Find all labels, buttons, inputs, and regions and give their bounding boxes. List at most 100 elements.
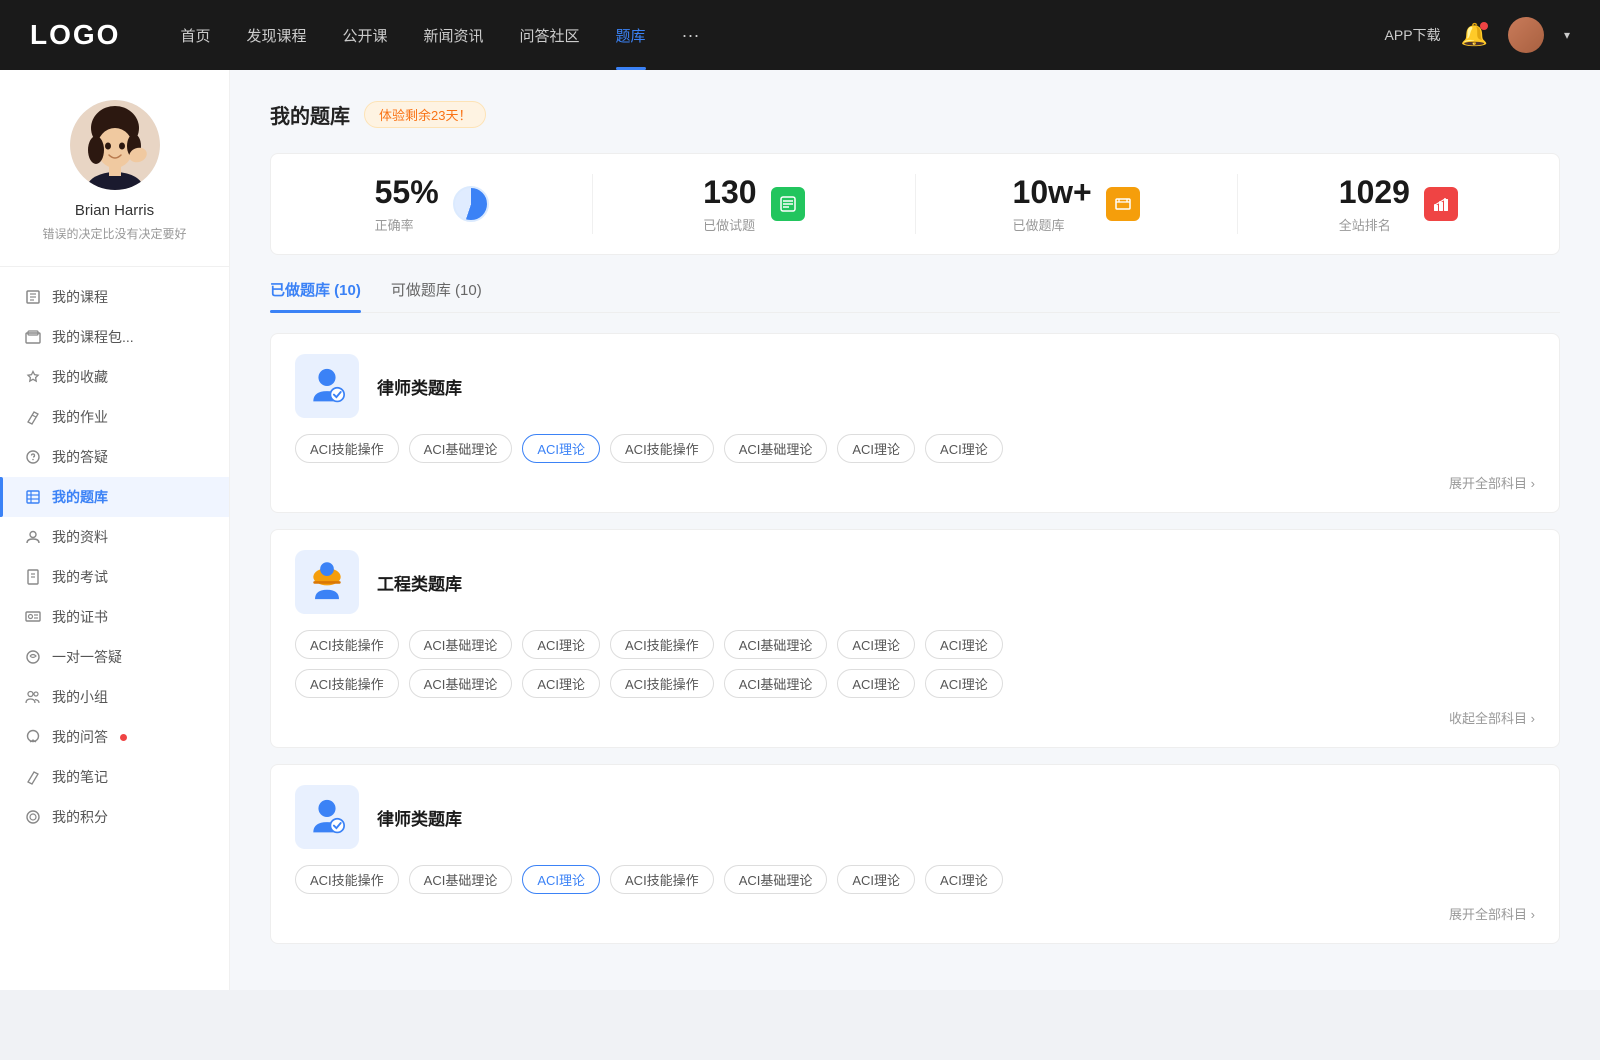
tag-2-6[interactable]: ACI理论: [925, 865, 1003, 894]
expand-link-1[interactable]: 收起全部科目 ›: [295, 708, 1535, 727]
profile-menu-label: 我的资料: [52, 527, 108, 547]
tag-2-4[interactable]: ACI基础理论: [724, 865, 828, 894]
expand-link-0[interactable]: 展开全部科目 ›: [295, 473, 1535, 492]
tag-0-0[interactable]: ACI技能操作: [295, 434, 399, 463]
notification-bell[interactable]: 🔔: [1461, 22, 1488, 48]
sidebar-item-points[interactable]: 我的积分: [0, 797, 229, 837]
sidebar-menu: 我的课程 我的课程包... 我的收藏 我的作业: [0, 267, 229, 847]
tag-1-e5[interactable]: ACI理论: [837, 669, 915, 698]
profile-avatar: [70, 100, 160, 190]
tag-1-e4[interactable]: ACI基础理论: [724, 669, 828, 698]
sidebar-item-questions[interactable]: 我的答疑: [0, 437, 229, 477]
stat-done-b-content: 10w+ 已做题库: [1013, 174, 1092, 234]
tag-1-e0[interactable]: ACI技能操作: [295, 669, 399, 698]
tag-1-3[interactable]: ACI技能操作: [610, 630, 714, 659]
done-banks-icon: [1106, 187, 1140, 221]
nav-qa[interactable]: 问答社区: [520, 25, 580, 46]
tag-1-2[interactable]: ACI理论: [522, 630, 600, 659]
group-label: 我的小组: [52, 687, 108, 707]
nav-qbank[interactable]: 题库: [616, 25, 646, 46]
nav-open[interactable]: 公开课: [342, 25, 387, 46]
page-header: 我的题库 体验剩余23天！: [270, 100, 1560, 129]
nav-courses[interactable]: 发现课程: [246, 25, 306, 46]
avatar-illustration: [70, 100, 160, 190]
stat-accuracy-number: 55%: [375, 174, 439, 211]
tag-2-5[interactable]: ACI理论: [837, 865, 915, 894]
qbank-card-1-tags-row1: ACI技能操作 ACI基础理论 ACI理论 ACI技能操作 ACI基础理论 AC…: [295, 630, 1535, 659]
sidebar-item-course-pkg[interactable]: 我的课程包...: [0, 317, 229, 357]
rank-icon: [1424, 187, 1458, 221]
stat-done-b-label: 已做题库: [1013, 215, 1092, 234]
tag-1-1[interactable]: ACI基础理论: [409, 630, 513, 659]
qbank-card-0-tags: ACI技能操作 ACI基础理论 ACI理论 ACI技能操作 ACI基础理论 AC…: [295, 434, 1535, 463]
main-layout: Brian Harris 错误的决定比没有决定要好 我的课程 我的课程包...: [0, 70, 1600, 990]
sidebar-item-myqa[interactable]: 我的问答: [0, 717, 229, 757]
tag-1-5[interactable]: ACI理论: [837, 630, 915, 659]
qbank-card-2-tags: ACI技能操作 ACI基础理论 ACI理论 ACI技能操作 ACI基础理论 AC…: [295, 865, 1535, 894]
profile-motto: 错误的决定比没有决定要好: [42, 225, 186, 242]
tag-1-0[interactable]: ACI技能操作: [295, 630, 399, 659]
exam-label: 我的考试: [52, 567, 108, 587]
sidebar-item-exam[interactable]: 我的考试: [0, 557, 229, 597]
nav-items: 首页 发现课程 公开课 新闻资讯 问答社区 题库 ···: [180, 25, 1384, 46]
qbank-card-1-header: 工程类题库: [295, 550, 1535, 614]
tag-1-e2[interactable]: ACI理论: [522, 669, 600, 698]
myqa-red-dot: [120, 734, 127, 741]
sidebar-item-tutor[interactable]: 一对一答疑: [0, 637, 229, 677]
nav-more-icon[interactable]: ···: [682, 25, 700, 46]
tag-0-6[interactable]: ACI理论: [925, 434, 1003, 463]
qbank-card-1: 工程类题库 ACI技能操作 ACI基础理论 ACI理论 ACI技能操作 ACI基…: [270, 529, 1560, 748]
done-questions-icon: [771, 187, 805, 221]
tutor-icon: [24, 648, 42, 666]
qbank-card-0: 律师类题库 ACI技能操作 ACI基础理论 ACI理论 ACI技能操作 ACI基…: [270, 333, 1560, 513]
expand-link-2[interactable]: 展开全部科目 ›: [295, 904, 1535, 923]
stats-row: 55% 正确率 130 已做试题 10w+ 已做题库: [270, 153, 1560, 255]
stat-accuracy-label: 正确率: [375, 215, 439, 234]
tag-0-4[interactable]: ACI基础理论: [724, 434, 828, 463]
tag-2-0[interactable]: ACI技能操作: [295, 865, 399, 894]
qbank-card-1-name: 工程类题库: [377, 570, 462, 595]
nav-news[interactable]: 新闻资讯: [424, 25, 484, 46]
course-label: 我的课程: [52, 287, 108, 307]
tag-0-1[interactable]: ACI基础理论: [409, 434, 513, 463]
favorites-label: 我的收藏: [52, 367, 108, 387]
sidebar-item-group[interactable]: 我的小组: [0, 677, 229, 717]
tag-0-2[interactable]: ACI理论: [522, 434, 600, 463]
tag-2-1[interactable]: ACI基础理论: [409, 865, 513, 894]
stat-done-q-number: 130: [703, 174, 756, 211]
tag-1-6[interactable]: ACI理论: [925, 630, 1003, 659]
sidebar-item-profile[interactable]: 我的资料: [0, 517, 229, 557]
sidebar-item-cert[interactable]: 我的证书: [0, 597, 229, 637]
trial-badge: 体验剩余23天！: [364, 101, 486, 128]
app-download-button[interactable]: APP下载: [1385, 25, 1441, 45]
sidebar-item-notes[interactable]: 我的笔记: [0, 757, 229, 797]
tab-available[interactable]: 可做题库 (10): [391, 279, 482, 312]
nav-home[interactable]: 首页: [180, 25, 210, 46]
stat-rank: 1029 全站排名: [1238, 174, 1559, 234]
tag-1-e1[interactable]: ACI基础理论: [409, 669, 513, 698]
stat-rank-content: 1029 全站排名: [1339, 174, 1410, 234]
exam-icon: [24, 568, 42, 586]
sidebar-item-course[interactable]: 我的课程: [0, 277, 229, 317]
stat-rank-label: 全站排名: [1339, 215, 1410, 234]
course-pkg-label: 我的课程包...: [52, 327, 134, 347]
tag-1-e6[interactable]: ACI理论: [925, 669, 1003, 698]
tab-done[interactable]: 已做题库 (10): [270, 279, 361, 312]
stat-done-q-label: 已做试题: [703, 215, 756, 234]
sidebar-item-homework[interactable]: 我的作业: [0, 397, 229, 437]
tag-0-3[interactable]: ACI技能操作: [610, 434, 714, 463]
user-avatar[interactable]: [1508, 17, 1544, 53]
accuracy-pie-icon: [453, 186, 489, 222]
tag-1-e3[interactable]: ACI技能操作: [610, 669, 714, 698]
sidebar-item-qbank[interactable]: 我的题库: [0, 477, 229, 517]
group-icon: [24, 688, 42, 706]
qbank-card-0-name: 律师类题库: [377, 374, 462, 399]
tag-2-2[interactable]: ACI理论: [522, 865, 600, 894]
user-dropdown-icon[interactable]: ▾: [1564, 28, 1570, 42]
sidebar-item-favorites[interactable]: 我的收藏: [0, 357, 229, 397]
stat-accuracy: 55% 正确率: [271, 174, 593, 234]
tag-1-4[interactable]: ACI基础理论: [724, 630, 828, 659]
tag-0-5[interactable]: ACI理论: [837, 434, 915, 463]
tag-2-3[interactable]: ACI技能操作: [610, 865, 714, 894]
qbank-card-1-tags-row2: ACI技能操作 ACI基础理论 ACI理论 ACI技能操作 ACI基础理论 AC…: [295, 669, 1535, 698]
